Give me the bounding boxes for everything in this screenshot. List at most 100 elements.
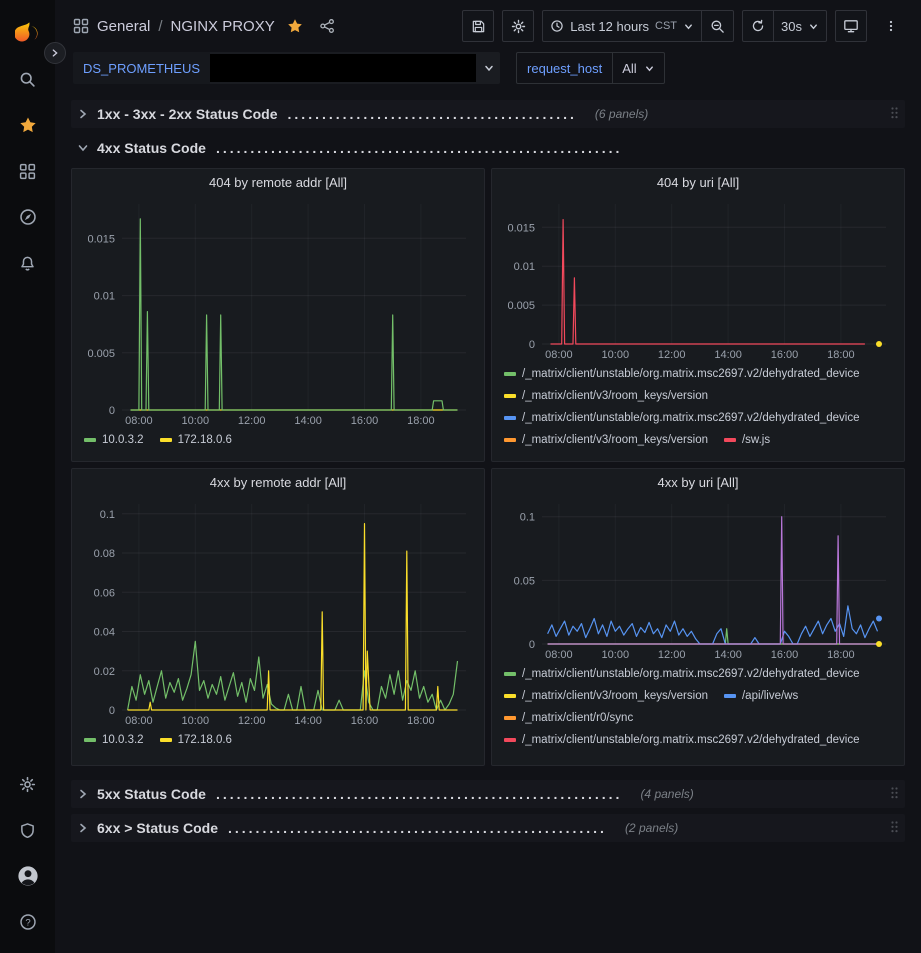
explore-compass-icon[interactable] bbox=[7, 196, 49, 238]
panel-title-text: 4xx by remote addr [All] bbox=[210, 475, 347, 490]
legend-item[interactable]: /_matrix/client/unstable/org.matrix.msc2… bbox=[504, 412, 860, 424]
legend-item[interactable]: /sw.js bbox=[724, 434, 770, 446]
row-4xx-status-code[interactable]: 4xx Status Code.........................… bbox=[71, 134, 905, 162]
legend-label: 10.0.3.2 bbox=[102, 434, 144, 446]
legend-label: /_matrix/client/unstable/org.matrix.msc2… bbox=[522, 412, 860, 424]
legend-item[interactable]: 172.18.0.6 bbox=[160, 434, 232, 446]
legend-swatch bbox=[504, 416, 516, 420]
legend-label: /_matrix/client/unstable/org.matrix.msc2… bbox=[522, 668, 860, 680]
tv-mode-button[interactable] bbox=[835, 10, 867, 42]
legend-label: 172.18.0.6 bbox=[178, 434, 232, 446]
refresh-interval-label: 30s bbox=[781, 19, 802, 34]
dashboards-icon[interactable] bbox=[7, 150, 49, 192]
breadcrumb-dashboard-title[interactable]: NGINX PROXY bbox=[171, 18, 275, 35]
chart-legend: /_matrix/client/unstable/org.matrix.msc2… bbox=[492, 662, 904, 765]
datasource-variable: DS_PROMETHEUS bbox=[73, 52, 500, 84]
dashboard-toolbar: Last 12 hours CST 30s bbox=[462, 10, 907, 42]
save-dashboard-button[interactable] bbox=[462, 10, 494, 42]
legend-item[interactable]: 10.0.3.2 bbox=[84, 434, 144, 446]
svg-text:0: 0 bbox=[529, 339, 535, 351]
datasource-variable-select[interactable] bbox=[210, 52, 500, 84]
refresh-button[interactable] bbox=[742, 10, 774, 42]
gear-icon bbox=[511, 19, 526, 34]
row-1xx-3xx-2xx-status-code[interactable]: 1xx - 3xx - 2xx Status Code.............… bbox=[71, 100, 905, 128]
legend-item[interactable]: 10.0.3.2 bbox=[84, 734, 144, 746]
svg-text:18:00: 18:00 bbox=[407, 715, 435, 727]
row-title: 6xx > Status Code bbox=[97, 820, 218, 836]
datasource-variable-label: DS_PROMETHEUS bbox=[73, 52, 210, 84]
panel-404-by-remote-addr: 404 by remote addr [All] 00.0050.010.015… bbox=[71, 168, 485, 462]
legend-item[interactable]: /_matrix/client/v3/room_keys/version bbox=[504, 434, 708, 446]
svg-text:0.1: 0.1 bbox=[100, 509, 115, 521]
row-5xx-status-code[interactable]: 5xx Status Code.........................… bbox=[71, 780, 905, 808]
refresh-interval-dropdown[interactable]: 30s bbox=[774, 10, 827, 42]
svg-text:0.02: 0.02 bbox=[94, 666, 115, 678]
user-avatar[interactable] bbox=[7, 855, 49, 897]
breadcrumb-section[interactable]: General bbox=[97, 18, 150, 35]
time-series-chart[interactable]: 00.050.108:0010:0012:0014:0016:0018:00 bbox=[500, 496, 896, 662]
legend-item[interactable]: /_matrix/client/unstable/org.matrix.msc2… bbox=[504, 368, 860, 380]
chevron-down-icon bbox=[808, 21, 819, 32]
legend-label: /api/live/ws bbox=[742, 690, 798, 702]
panel-header[interactable]: 4xx by remote addr [All] bbox=[72, 469, 484, 496]
sidebar-expand-button[interactable] bbox=[44, 42, 66, 64]
svg-text:12:00: 12:00 bbox=[238, 715, 266, 727]
alerting-bell-icon[interactable] bbox=[7, 242, 49, 284]
legend-swatch bbox=[160, 438, 172, 442]
request-host-variable: request_host All bbox=[516, 52, 665, 84]
share-icon[interactable] bbox=[319, 18, 335, 34]
panel-header[interactable]: 404 by uri [All] bbox=[492, 169, 904, 196]
more-options-button[interactable] bbox=[875, 10, 907, 42]
search-icon[interactable] bbox=[7, 58, 49, 100]
legend-item[interactable]: /_matrix/client/v3/room_keys/version bbox=[504, 390, 708, 402]
row-6xx-status-code[interactable]: 6xx > Status Code.......................… bbox=[71, 814, 905, 842]
breadcrumb: General / NGINX PROXY bbox=[73, 18, 335, 35]
legend-item[interactable]: 172.18.0.6 bbox=[160, 734, 232, 746]
chevron-right-icon bbox=[77, 788, 89, 800]
row-panel-count: (6 panels) bbox=[595, 107, 648, 121]
legend-item[interactable]: /_matrix/client/unstable/org.matrix.msc2… bbox=[504, 734, 860, 746]
help-icon[interactable]: ? bbox=[7, 901, 49, 943]
svg-text:0.04: 0.04 bbox=[94, 627, 115, 639]
panel-header[interactable]: 4xx by uri [All] bbox=[492, 469, 904, 496]
request-host-variable-value: All bbox=[622, 61, 636, 76]
dashboard-settings-button[interactable] bbox=[502, 10, 534, 42]
legend-label: 10.0.3.2 bbox=[102, 734, 144, 746]
svg-text:0: 0 bbox=[529, 639, 535, 651]
time-series-chart[interactable]: 00.020.040.060.080.108:0010:0012:0014:00… bbox=[80, 496, 476, 728]
svg-text:0.1: 0.1 bbox=[520, 512, 535, 524]
row-drag-handle[interactable] bbox=[890, 820, 899, 836]
time-series-chart[interactable]: 00.0050.010.01508:0010:0012:0014:0016:00… bbox=[80, 196, 476, 428]
row-drag-handle[interactable] bbox=[890, 106, 899, 122]
chart-legend: 10.0.3.2 172.18.0.6 bbox=[72, 728, 484, 765]
server-admin-shield-icon[interactable] bbox=[7, 809, 49, 851]
svg-text:18:00: 18:00 bbox=[407, 415, 435, 427]
row-drag-handle[interactable] bbox=[890, 786, 899, 802]
legend-swatch bbox=[504, 716, 516, 720]
legend-item[interactable]: /_matrix/client/v3/room_keys/version bbox=[504, 690, 708, 702]
grafana-flame-icon bbox=[15, 20, 41, 46]
time-series-chart[interactable]: 00.0050.010.01508:0010:0012:0014:0016:00… bbox=[500, 196, 896, 362]
time-range-picker[interactable]: Last 12 hours CST bbox=[542, 10, 702, 42]
starred-dashboards-icon[interactable] bbox=[7, 104, 49, 146]
zoom-out-button[interactable] bbox=[702, 10, 734, 42]
legend-swatch bbox=[504, 694, 516, 698]
panel-header[interactable]: 404 by remote addr [All] bbox=[72, 169, 484, 196]
legend-swatch bbox=[724, 438, 736, 442]
svg-text:14:00: 14:00 bbox=[714, 649, 742, 661]
legend-item[interactable]: /api/live/ws bbox=[724, 690, 798, 702]
grafana-logo[interactable] bbox=[7, 12, 49, 54]
svg-text:12:00: 12:00 bbox=[238, 415, 266, 427]
panel-4xx-by-uri: 4xx by uri [All] 00.050.108:0010:0012:00… bbox=[491, 468, 905, 766]
svg-text:08:00: 08:00 bbox=[125, 415, 153, 427]
configuration-gear-icon[interactable] bbox=[7, 763, 49, 805]
favorite-star-icon[interactable] bbox=[287, 18, 303, 34]
svg-text:?: ? bbox=[25, 917, 30, 928]
legend-item[interactable]: /_matrix/client/unstable/org.matrix.msc2… bbox=[504, 668, 860, 680]
request-host-variable-label: request_host bbox=[516, 52, 613, 84]
panel-grid-row-2: 4xx by remote addr [All] 00.020.040.060.… bbox=[71, 468, 905, 766]
request-host-variable-select[interactable]: All bbox=[613, 52, 664, 84]
chevron-right-icon bbox=[77, 108, 89, 120]
legend-swatch bbox=[84, 438, 96, 442]
legend-item[interactable]: /_matrix/client/r0/sync bbox=[504, 712, 633, 724]
